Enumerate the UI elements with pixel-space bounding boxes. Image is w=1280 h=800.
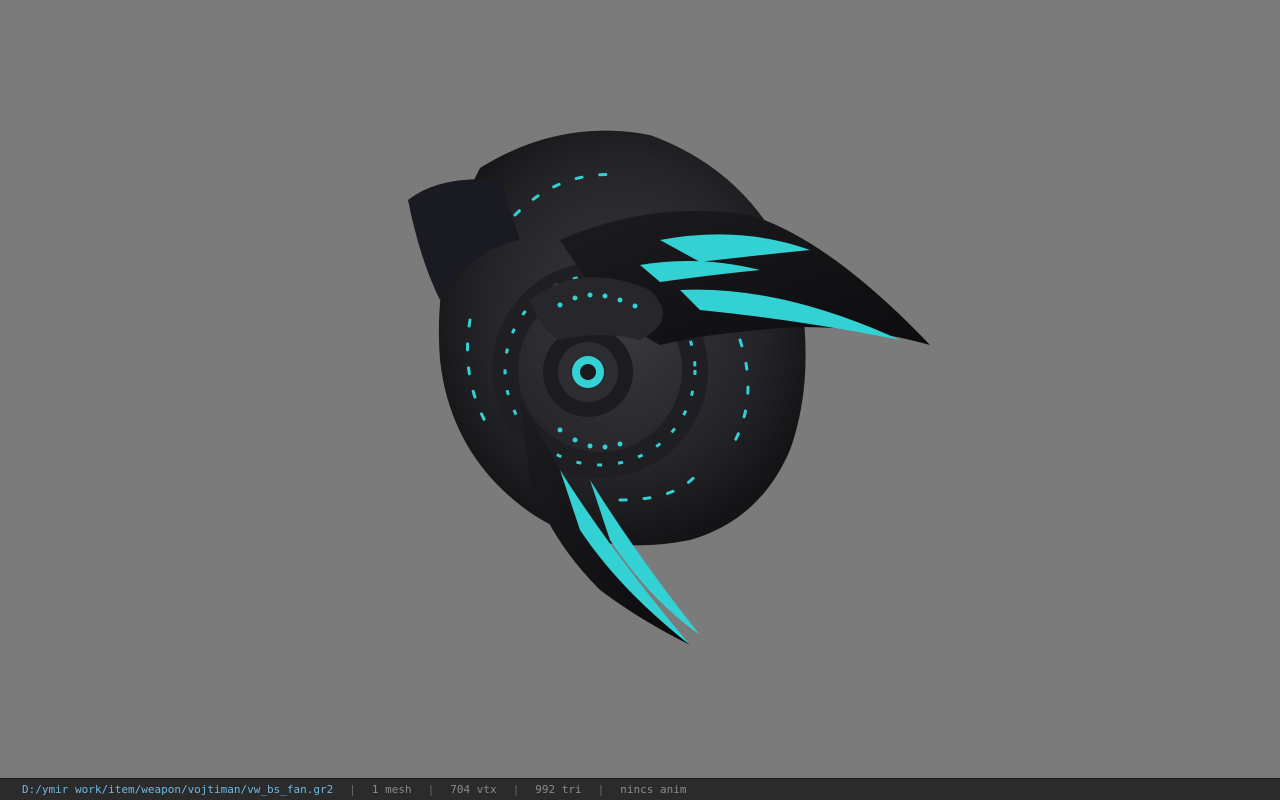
animation-status-label: nincs anim	[620, 783, 687, 796]
separator: |	[349, 783, 356, 796]
separator: |	[597, 783, 605, 796]
status-bar: D:/ymir work/item/weapon/vojtiman/vw_bs_…	[0, 778, 1280, 800]
separator: |	[427, 783, 435, 796]
file-path-label: D:/ymir work/item/weapon/vojtiman/vw_bs_…	[22, 783, 334, 796]
separator: |	[512, 783, 520, 796]
mesh-count-label: 1 mesh	[371, 783, 412, 796]
vertex-count-label: 704 vtx	[450, 783, 497, 796]
model-viewport[interactable]	[0, 0, 1280, 778]
triangle-count-label: 992 tri	[535, 783, 582, 796]
fan-weapon-model-icon	[408, 130, 930, 645]
